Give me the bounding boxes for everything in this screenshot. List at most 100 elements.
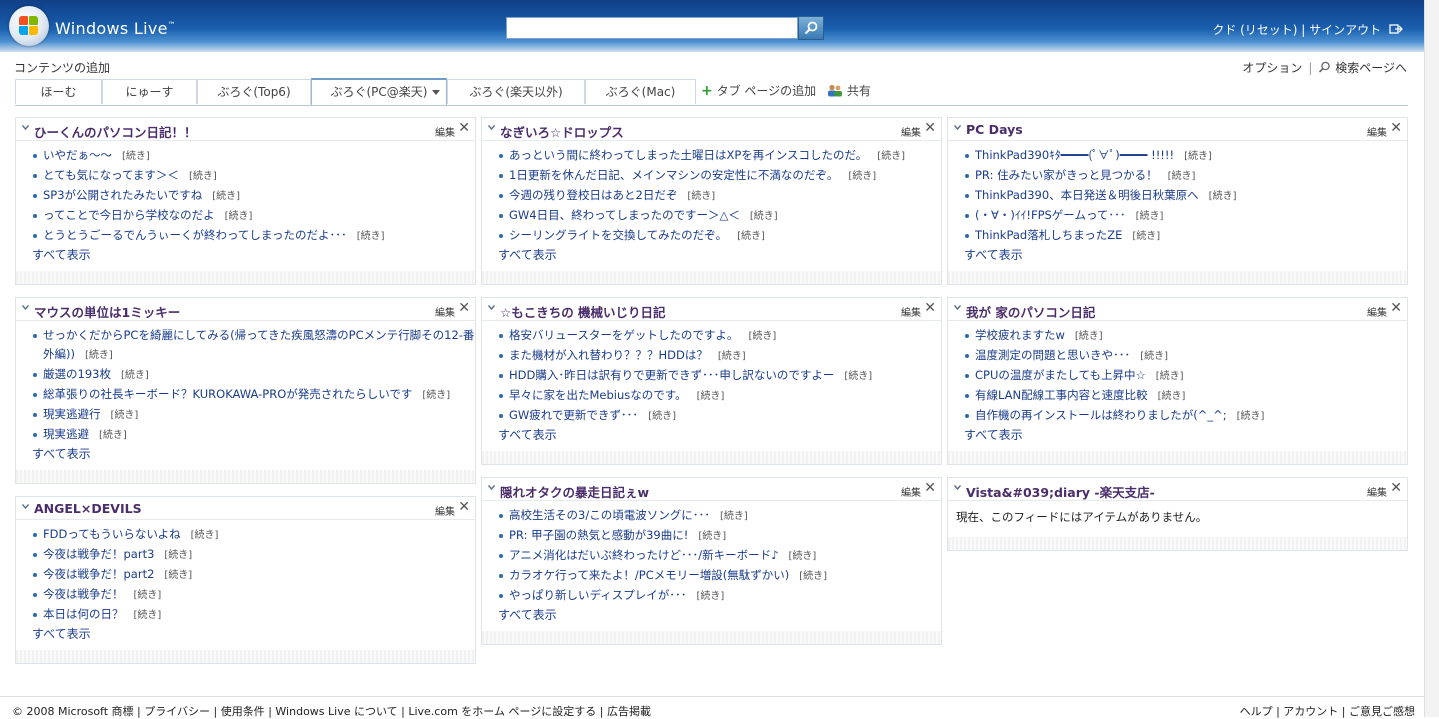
- feed-item-link[interactable]: 現実逃避行: [43, 407, 101, 421]
- windows-live-logo[interactable]: [9, 6, 49, 46]
- read-more-link[interactable]: [続き]: [134, 610, 162, 621]
- read-more-link[interactable]: [続き]: [1184, 151, 1212, 162]
- add-tab-button[interactable]: + タブ ページの追加: [701, 79, 816, 104]
- collapse-chevron-icon[interactable]: [954, 304, 961, 311]
- show-all-link[interactable]: すべて表示: [498, 606, 557, 624]
- show-all-link[interactable]: すべて表示: [964, 246, 1023, 264]
- feed-item-link[interactable]: PR: 甲子園の熱気と感動が39曲に!: [509, 528, 688, 542]
- read-more-link[interactable]: [続き]: [212, 191, 240, 202]
- close-icon[interactable]: ✕: [1390, 480, 1402, 496]
- read-more-link[interactable]: [続き]: [648, 411, 676, 422]
- read-more-link[interactable]: [続き]: [357, 231, 385, 242]
- show-all-link[interactable]: すべて表示: [498, 426, 557, 444]
- read-more-link[interactable]: [続き]: [789, 551, 817, 562]
- read-more-link[interactable]: [続き]: [99, 430, 127, 441]
- close-icon[interactable]: ✕: [924, 120, 936, 136]
- page-scrollbar[interactable]: [1424, 0, 1439, 717]
- tab-blog-mac[interactable]: ぶろぐ(Mac): [585, 79, 696, 104]
- read-more-link[interactable]: [続き]: [877, 151, 905, 162]
- close-icon[interactable]: ✕: [1390, 120, 1402, 136]
- collapse-chevron-icon[interactable]: [954, 484, 961, 491]
- read-more-link[interactable]: [続き]: [121, 370, 149, 381]
- feed-item-link[interactable]: シーリングライトを交換してみたのだぞ。: [509, 228, 727, 242]
- feed-item-link[interactable]: ThinkPad落札しちまったZE: [975, 228, 1122, 242]
- edit-button[interactable]: 編集: [901, 484, 921, 499]
- read-more-link[interactable]: [続き]: [225, 211, 253, 222]
- feed-title[interactable]: ANGEL×DEVILS: [34, 501, 142, 516]
- collapse-chevron-icon[interactable]: [488, 124, 495, 131]
- tab-blog-pc-rakuten[interactable]: ぶろぐ(PC@楽天): [311, 78, 447, 105]
- read-more-link[interactable]: [続き]: [1140, 351, 1168, 362]
- read-more-link[interactable]: [続き]: [1075, 331, 1103, 342]
- show-all-link[interactable]: すべて表示: [32, 625, 91, 643]
- collapse-chevron-icon[interactable]: [22, 124, 29, 131]
- search-button[interactable]: [798, 16, 824, 40]
- read-more-link[interactable]: [続き]: [422, 390, 450, 401]
- edit-button[interactable]: 編集: [435, 304, 455, 319]
- feed-title[interactable]: ひーくんのパソコン日記！！: [34, 122, 197, 141]
- feed-title[interactable]: なぎいろ☆ドロップス: [500, 122, 624, 141]
- feed-item-link[interactable]: 格安バリュースターをゲットしたのですよ。: [509, 328, 738, 342]
- read-more-link[interactable]: [続き]: [85, 350, 113, 361]
- tab-dropdown-icon[interactable]: [432, 90, 440, 95]
- close-icon[interactable]: ✕: [458, 300, 470, 316]
- feed-item-link[interactable]: 今夜は戦争だ！part2: [43, 567, 154, 581]
- read-more-link[interactable]: [続き]: [1158, 391, 1186, 402]
- share-button[interactable]: 共有: [827, 79, 871, 104]
- show-all-link[interactable]: すべて表示: [498, 246, 557, 264]
- feed-item-link[interactable]: ThinkPad390、本日発送＆明後日秋葉原へ: [975, 188, 1199, 202]
- tab-blog-top6[interactable]: ぶろぐ(Top6): [197, 79, 311, 104]
- edit-button[interactable]: 編集: [435, 124, 455, 139]
- read-more-link[interactable]: [続き]: [696, 591, 724, 602]
- edit-button[interactable]: 編集: [901, 304, 921, 319]
- feed-item-link[interactable]: 現実逃避: [43, 427, 89, 441]
- feed-item-link[interactable]: SP3が公開されたみたいですね: [43, 188, 202, 202]
- read-more-link[interactable]: [続き]: [718, 351, 746, 362]
- feed-item-link[interactable]: ThinkPad390ｷﾀ━━━━(ﾟ∀ﾟ)━━━━ !!!!!: [975, 148, 1174, 162]
- feed-title[interactable]: 隠れオタクの暴走日記ぇw: [500, 482, 649, 501]
- feed-item-link[interactable]: 自作機の再インストールは終わりましたが(^_^;: [975, 408, 1227, 422]
- read-more-link[interactable]: [続き]: [1132, 231, 1160, 242]
- feed-item-link[interactable]: GW疲れで更新できず･･･: [509, 408, 638, 422]
- close-icon[interactable]: ✕: [924, 480, 936, 496]
- signout-icon[interactable]: [1389, 23, 1403, 35]
- feed-item-link[interactable]: あっという間に終わってしまった土曜日はXPを再インスコしたのだ。: [509, 148, 867, 162]
- close-icon[interactable]: ✕: [924, 300, 936, 316]
- read-more-link[interactable]: [続き]: [111, 410, 139, 421]
- read-more-link[interactable]: [続き]: [697, 391, 725, 402]
- read-more-link[interactable]: [続き]: [750, 211, 778, 222]
- read-more-link[interactable]: [続き]: [164, 550, 192, 561]
- feed-item-link[interactable]: アニメ消化はだいぶ終わったけど･･･/新キーボード♪: [509, 548, 779, 562]
- feed-item-link[interactable]: とうとうごーるでんうぃーくが終わってしまったのだよ･･･: [43, 228, 347, 242]
- feed-item-link[interactable]: (・∀・)ｲｲ!FPSゲームって･･･: [975, 208, 1126, 222]
- collapse-chevron-icon[interactable]: [22, 304, 29, 311]
- show-all-link[interactable]: すべて表示: [32, 246, 91, 264]
- close-icon[interactable]: ✕: [1390, 300, 1402, 316]
- read-more-link[interactable]: [続き]: [1168, 171, 1196, 182]
- tab-blog-non-rakuten[interactable]: ぶろぐ(楽天以外): [447, 79, 585, 104]
- feed-title[interactable]: ☆もこきちの 機械いじり日記: [500, 302, 666, 321]
- read-more-link[interactable]: [続き]: [164, 570, 192, 581]
- read-more-link[interactable]: [続き]: [748, 331, 776, 342]
- feed-item-link[interactable]: 今夜は戦争だ！: [43, 587, 124, 601]
- feed-item-link[interactable]: 今夜は戦争だ！part3: [43, 547, 154, 561]
- read-more-link[interactable]: [続き]: [1237, 411, 1265, 422]
- read-more-link[interactable]: [続き]: [687, 191, 715, 202]
- brand-title[interactable]: Windows Live™: [55, 19, 176, 38]
- feed-item-link[interactable]: 有線LAN配線工事内容と速度比較: [975, 388, 1148, 402]
- read-more-link[interactable]: [続き]: [720, 511, 748, 522]
- show-all-link[interactable]: すべて表示: [32, 445, 91, 463]
- feed-item-link[interactable]: 今週の残り登校日はあと2日だぞ: [509, 188, 677, 202]
- feed-item-link[interactable]: 温度測定の問題と思いきや･･･: [975, 348, 1130, 362]
- feed-item-link[interactable]: ってことで今日から学校なのだよ: [43, 208, 215, 222]
- feed-item-link[interactable]: 総革張りの社長キーボード？KUROKAWA-PROが発売されたらしいです: [43, 387, 412, 401]
- read-more-link[interactable]: [続き]: [134, 590, 162, 601]
- read-more-link[interactable]: [続き]: [737, 231, 765, 242]
- tab-home[interactable]: ほーむ: [15, 79, 102, 104]
- collapse-chevron-icon[interactable]: [488, 304, 495, 311]
- feed-item-link[interactable]: FDDってもういらないよね: [43, 527, 181, 541]
- close-icon[interactable]: ✕: [458, 120, 470, 136]
- edit-button[interactable]: 編集: [1367, 304, 1387, 319]
- search-input[interactable]: [506, 17, 798, 39]
- collapse-chevron-icon[interactable]: [954, 124, 961, 131]
